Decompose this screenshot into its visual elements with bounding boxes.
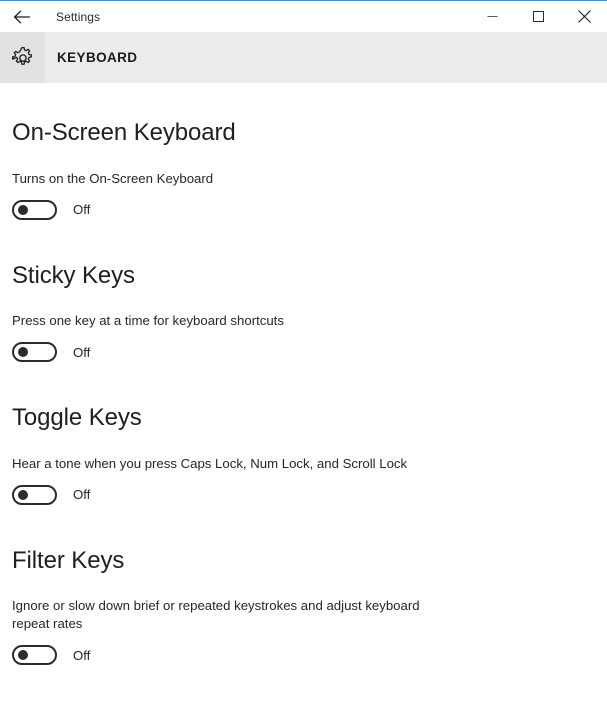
section-description: Ignore or slow down brief or repeated ke… xyxy=(12,598,420,632)
section-description: Hear a tone when you press Caps Lock, Nu… xyxy=(12,455,408,471)
close-icon xyxy=(577,10,591,23)
minimize-icon xyxy=(487,11,498,22)
section-description: Turns on the On-Screen Keyboard xyxy=(12,170,214,186)
maximize-button[interactable] xyxy=(515,1,561,32)
toggle-knob xyxy=(18,489,28,500)
toggle-row: Off xyxy=(12,199,595,220)
toggle-state-label: Off xyxy=(73,344,91,360)
section-heading: Toggle Keys xyxy=(12,404,142,432)
section-filter-keys: Filter Keys Ignore or slow down brief or… xyxy=(12,547,595,666)
filter-keys-toggle[interactable] xyxy=(12,645,57,666)
window-controls xyxy=(469,1,607,32)
maximize-icon xyxy=(532,11,544,22)
settings-window: Settings KEYBOARD On-Screen Keyboard Tur… xyxy=(0,0,607,707)
settings-home-button[interactable] xyxy=(0,32,45,83)
toggle-keys-toggle[interactable] xyxy=(12,484,57,505)
title-bar: Settings xyxy=(0,1,607,32)
section-heading: Filter Keys xyxy=(12,546,125,574)
section-description: Press one key at a time for keyboard sho… xyxy=(12,313,284,329)
close-button[interactable] xyxy=(561,1,607,32)
page-title: KEYBOARD xyxy=(57,50,138,65)
toggle-knob xyxy=(18,347,28,358)
section-heading: On-Screen Keyboard xyxy=(12,119,236,146)
on-screen-keyboard-toggle[interactable] xyxy=(12,199,57,220)
settings-content: On-Screen Keyboard Turns on the On-Scree… xyxy=(0,119,607,707)
sticky-keys-toggle[interactable] xyxy=(12,342,57,363)
toggle-row: Off xyxy=(12,342,595,363)
section-sticky-keys: Sticky Keys Press one key at a time for … xyxy=(12,262,595,363)
minimize-button[interactable] xyxy=(469,1,515,32)
section-heading: Sticky Keys xyxy=(12,261,135,289)
toggle-row: Off xyxy=(12,645,595,666)
page-header: KEYBOARD xyxy=(0,32,607,83)
toggle-state-label: Off xyxy=(73,647,91,663)
back-button[interactable] xyxy=(0,2,44,32)
toggle-knob xyxy=(18,650,28,661)
gear-icon xyxy=(11,46,35,70)
toggle-row: Off xyxy=(12,484,595,505)
section-toggle-keys: Toggle Keys Hear a tone when you press C… xyxy=(12,404,595,505)
toggle-state-label: Off xyxy=(73,202,91,218)
toggle-state-label: Off xyxy=(73,487,91,503)
toggle-knob xyxy=(18,204,28,215)
back-arrow-icon xyxy=(13,10,31,24)
window-title: Settings xyxy=(56,9,101,24)
section-on-screen-keyboard: On-Screen Keyboard Turns on the On-Scree… xyxy=(12,119,595,220)
